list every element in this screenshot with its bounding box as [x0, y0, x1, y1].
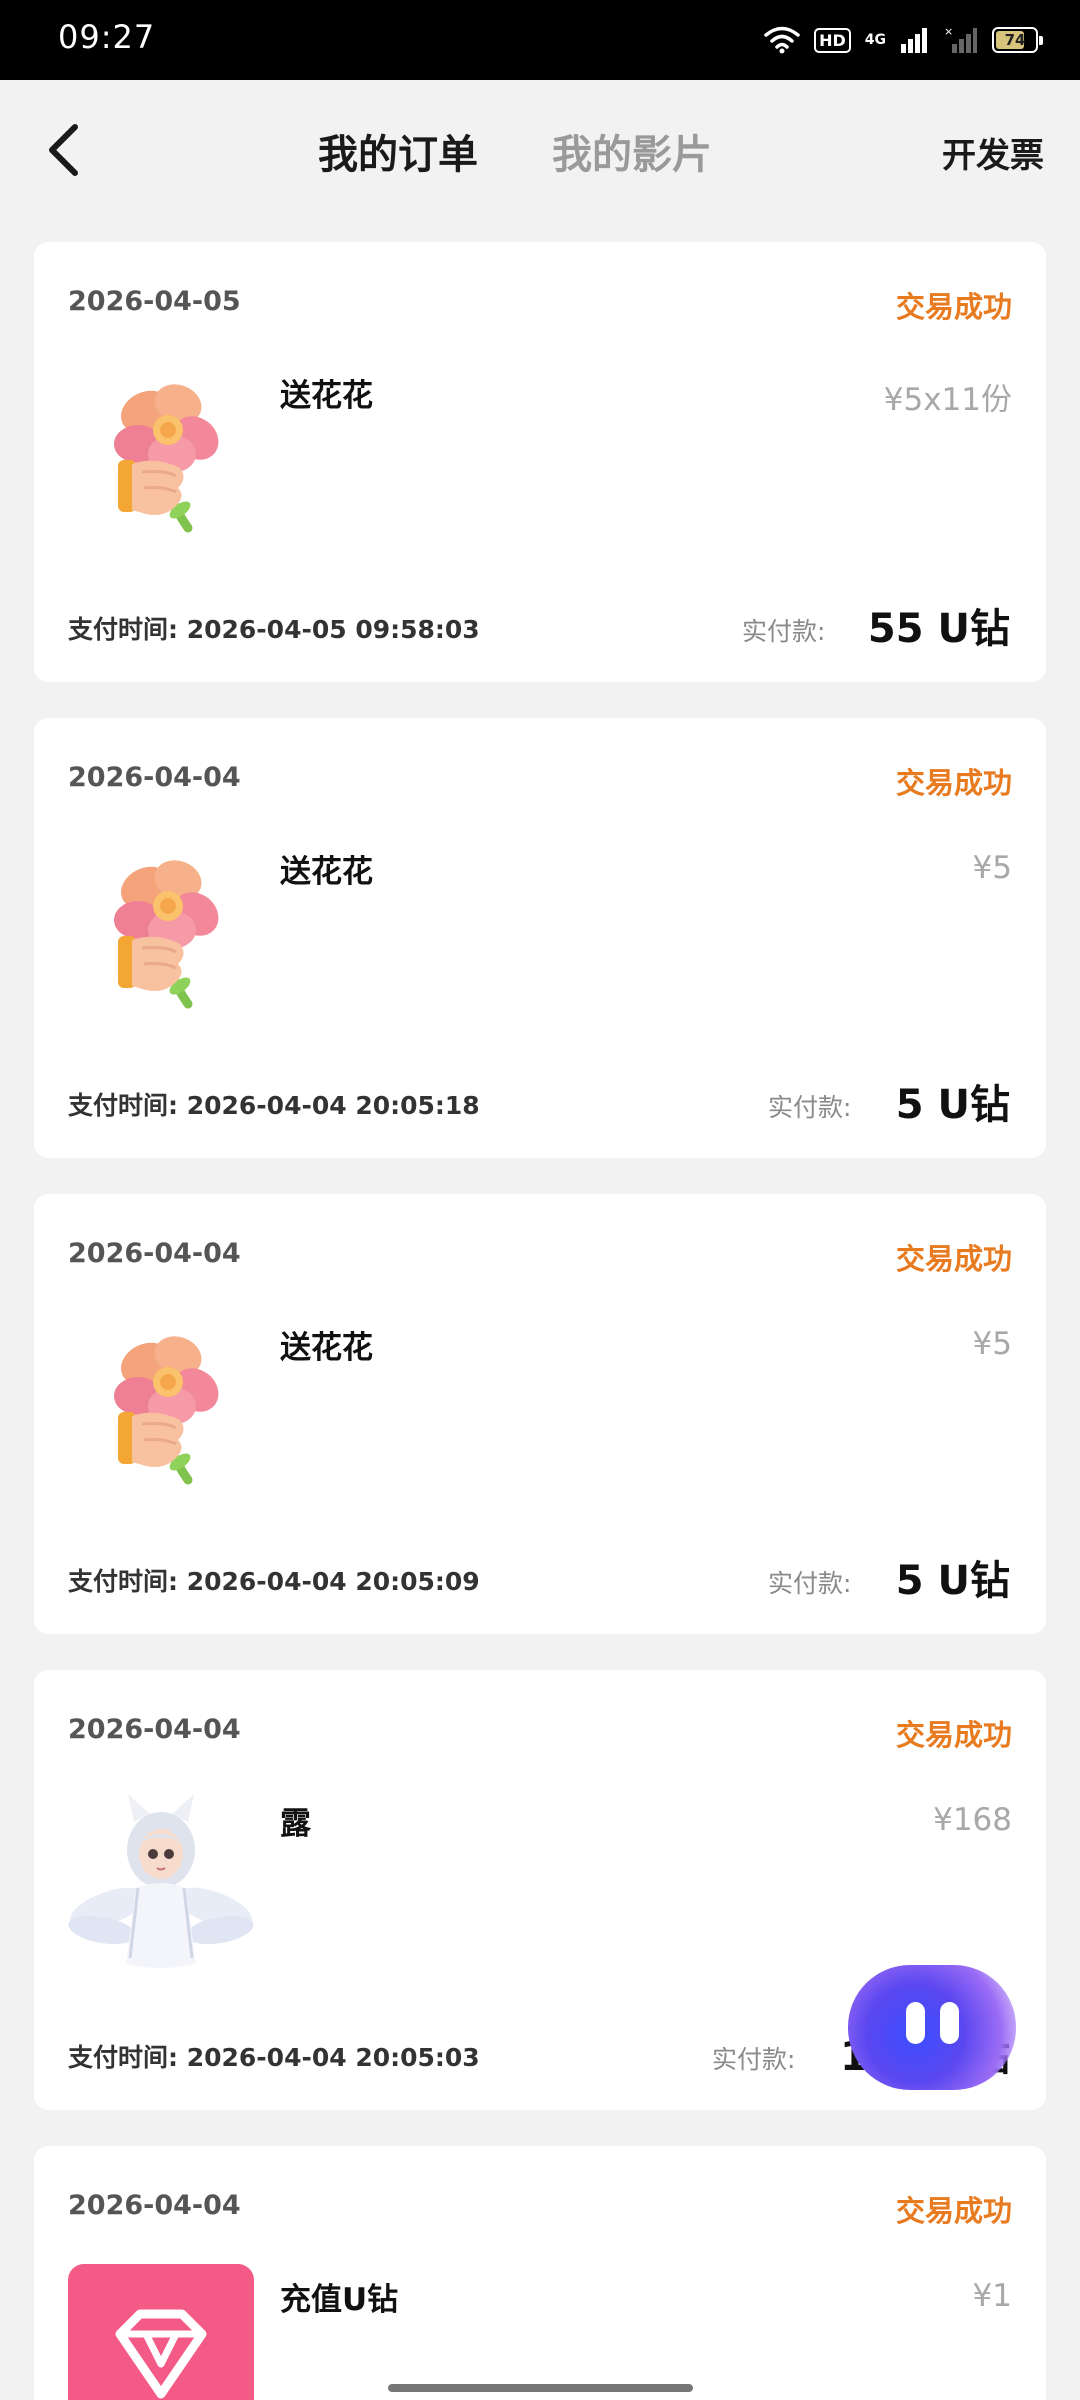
payment-time-label: 支付时间:: [68, 1567, 178, 1596]
product-name: 送花花: [280, 378, 373, 414]
order-card[interactable]: 2026-04-04 交易成功 送花花 ¥5 支付时间: 2026-04-04 …: [34, 718, 1046, 1158]
product-name: 充值U钻: [280, 2282, 399, 2318]
ai-assistant-icon-dot: [940, 2002, 959, 2044]
wifi-icon: [764, 26, 800, 54]
order-date: 2026-04-05: [68, 286, 241, 317]
product-name: 送花花: [280, 1330, 373, 1366]
signal-strength-icon: [901, 28, 927, 53]
order-card[interactable]: 2026-04-04 交易成功 充值U钻 ¥1: [34, 2146, 1046, 2400]
product-name: 露: [280, 1806, 311, 1842]
battery-percent: 74: [1004, 31, 1026, 49]
payment-time-label: 支付时间:: [68, 615, 178, 644]
network-type: 4G: [864, 32, 886, 48]
paid-amount-label: 实付款:: [712, 2045, 796, 2074]
flower-gift-icon: [68, 360, 254, 546]
paid-amount-label: 实付款:: [768, 1569, 852, 1598]
payment-time: 支付时间: 2026-04-04 20:05:03: [68, 2038, 480, 2074]
payment-time-label: 支付时间:: [68, 2043, 178, 2072]
payment-time-label: 支付时间:: [68, 1091, 178, 1120]
paid-amount-label: 实付款:: [742, 617, 826, 646]
home-indicator[interactable]: [388, 2384, 693, 2392]
svg-text:×: ×: [944, 26, 953, 38]
order-status: 交易成功: [895, 1242, 1012, 1276]
tab-my-films[interactable]: 我的影片: [552, 122, 712, 180]
unit-price: ¥5x11份: [883, 382, 1012, 418]
payment-time: 支付时间: 2026-04-04 20:05:09: [68, 1562, 480, 1598]
status-time: 09:27: [58, 18, 156, 56]
status-icons: HD 4G × 74: [764, 22, 1043, 58]
order-status: 交易成功: [895, 766, 1012, 800]
battery-icon: 74: [992, 27, 1043, 53]
flower-gift-icon: [68, 1312, 254, 1498]
paid-amount-label: 实付款:: [768, 1093, 852, 1122]
back-arrow-icon[interactable]: [40, 115, 90, 185]
unit-price: ¥168: [933, 1802, 1012, 1838]
fox-girl-figure-icon: [68, 1794, 254, 1968]
order-status: 交易成功: [895, 1718, 1012, 1752]
invoice-button[interactable]: 开发票: [942, 128, 1044, 177]
product-name: 送花花: [280, 854, 373, 890]
ai-assistant-bubble[interactable]: [848, 1965, 1016, 2090]
order-date: 2026-04-04: [68, 2190, 241, 2221]
paid-amount: 55 U钻: [867, 606, 1010, 652]
tab-my-orders[interactable]: 我的订单: [318, 122, 478, 180]
top-nav-header: 我的订单 我的影片 开发票: [0, 80, 1080, 220]
order-date: 2026-04-04: [68, 1714, 241, 1745]
payment-time-value: 2026-04-04 20:05:03: [186, 2043, 480, 2072]
paid-amount: 5 U钻: [895, 1558, 1010, 1604]
unit-price: ¥1: [972, 2278, 1012, 2314]
order-date: 2026-04-04: [68, 1238, 241, 1269]
signal-no-service-icon: ×: [944, 26, 977, 53]
paid-amount: 5 U钻: [895, 1082, 1010, 1128]
unit-price: ¥5: [972, 1326, 1012, 1362]
order-card[interactable]: 2026-04-05 交易成功 送花花 ¥5x11份 支付时间: 2026-04…: [34, 242, 1046, 682]
payment-time-value: 2026-04-05 09:58:03: [186, 615, 480, 644]
diamond-recharge-icon: [68, 2264, 254, 2400]
order-status: 交易成功: [895, 290, 1012, 324]
unit-price: ¥5: [972, 850, 1012, 886]
ai-assistant-icon: [906, 2002, 925, 2044]
flower-gift-icon: [68, 836, 254, 1022]
payment-time-value: 2026-04-04 20:05:18: [186, 1091, 480, 1120]
payment-time: 支付时间: 2026-04-05 09:58:03: [68, 610, 480, 646]
status-bar: 09:27 HD 4G × 74: [0, 0, 1080, 80]
order-status: 交易成功: [895, 2194, 1012, 2228]
payment-time: 支付时间: 2026-04-04 20:05:18: [68, 1086, 480, 1122]
order-date: 2026-04-04: [68, 762, 241, 793]
payment-time-value: 2026-04-04 20:05:09: [186, 1567, 480, 1596]
order-card[interactable]: 2026-04-04 交易成功 送花花 ¥5 支付时间: 2026-04-04 …: [34, 1194, 1046, 1634]
hd-badge: HD: [814, 27, 851, 53]
